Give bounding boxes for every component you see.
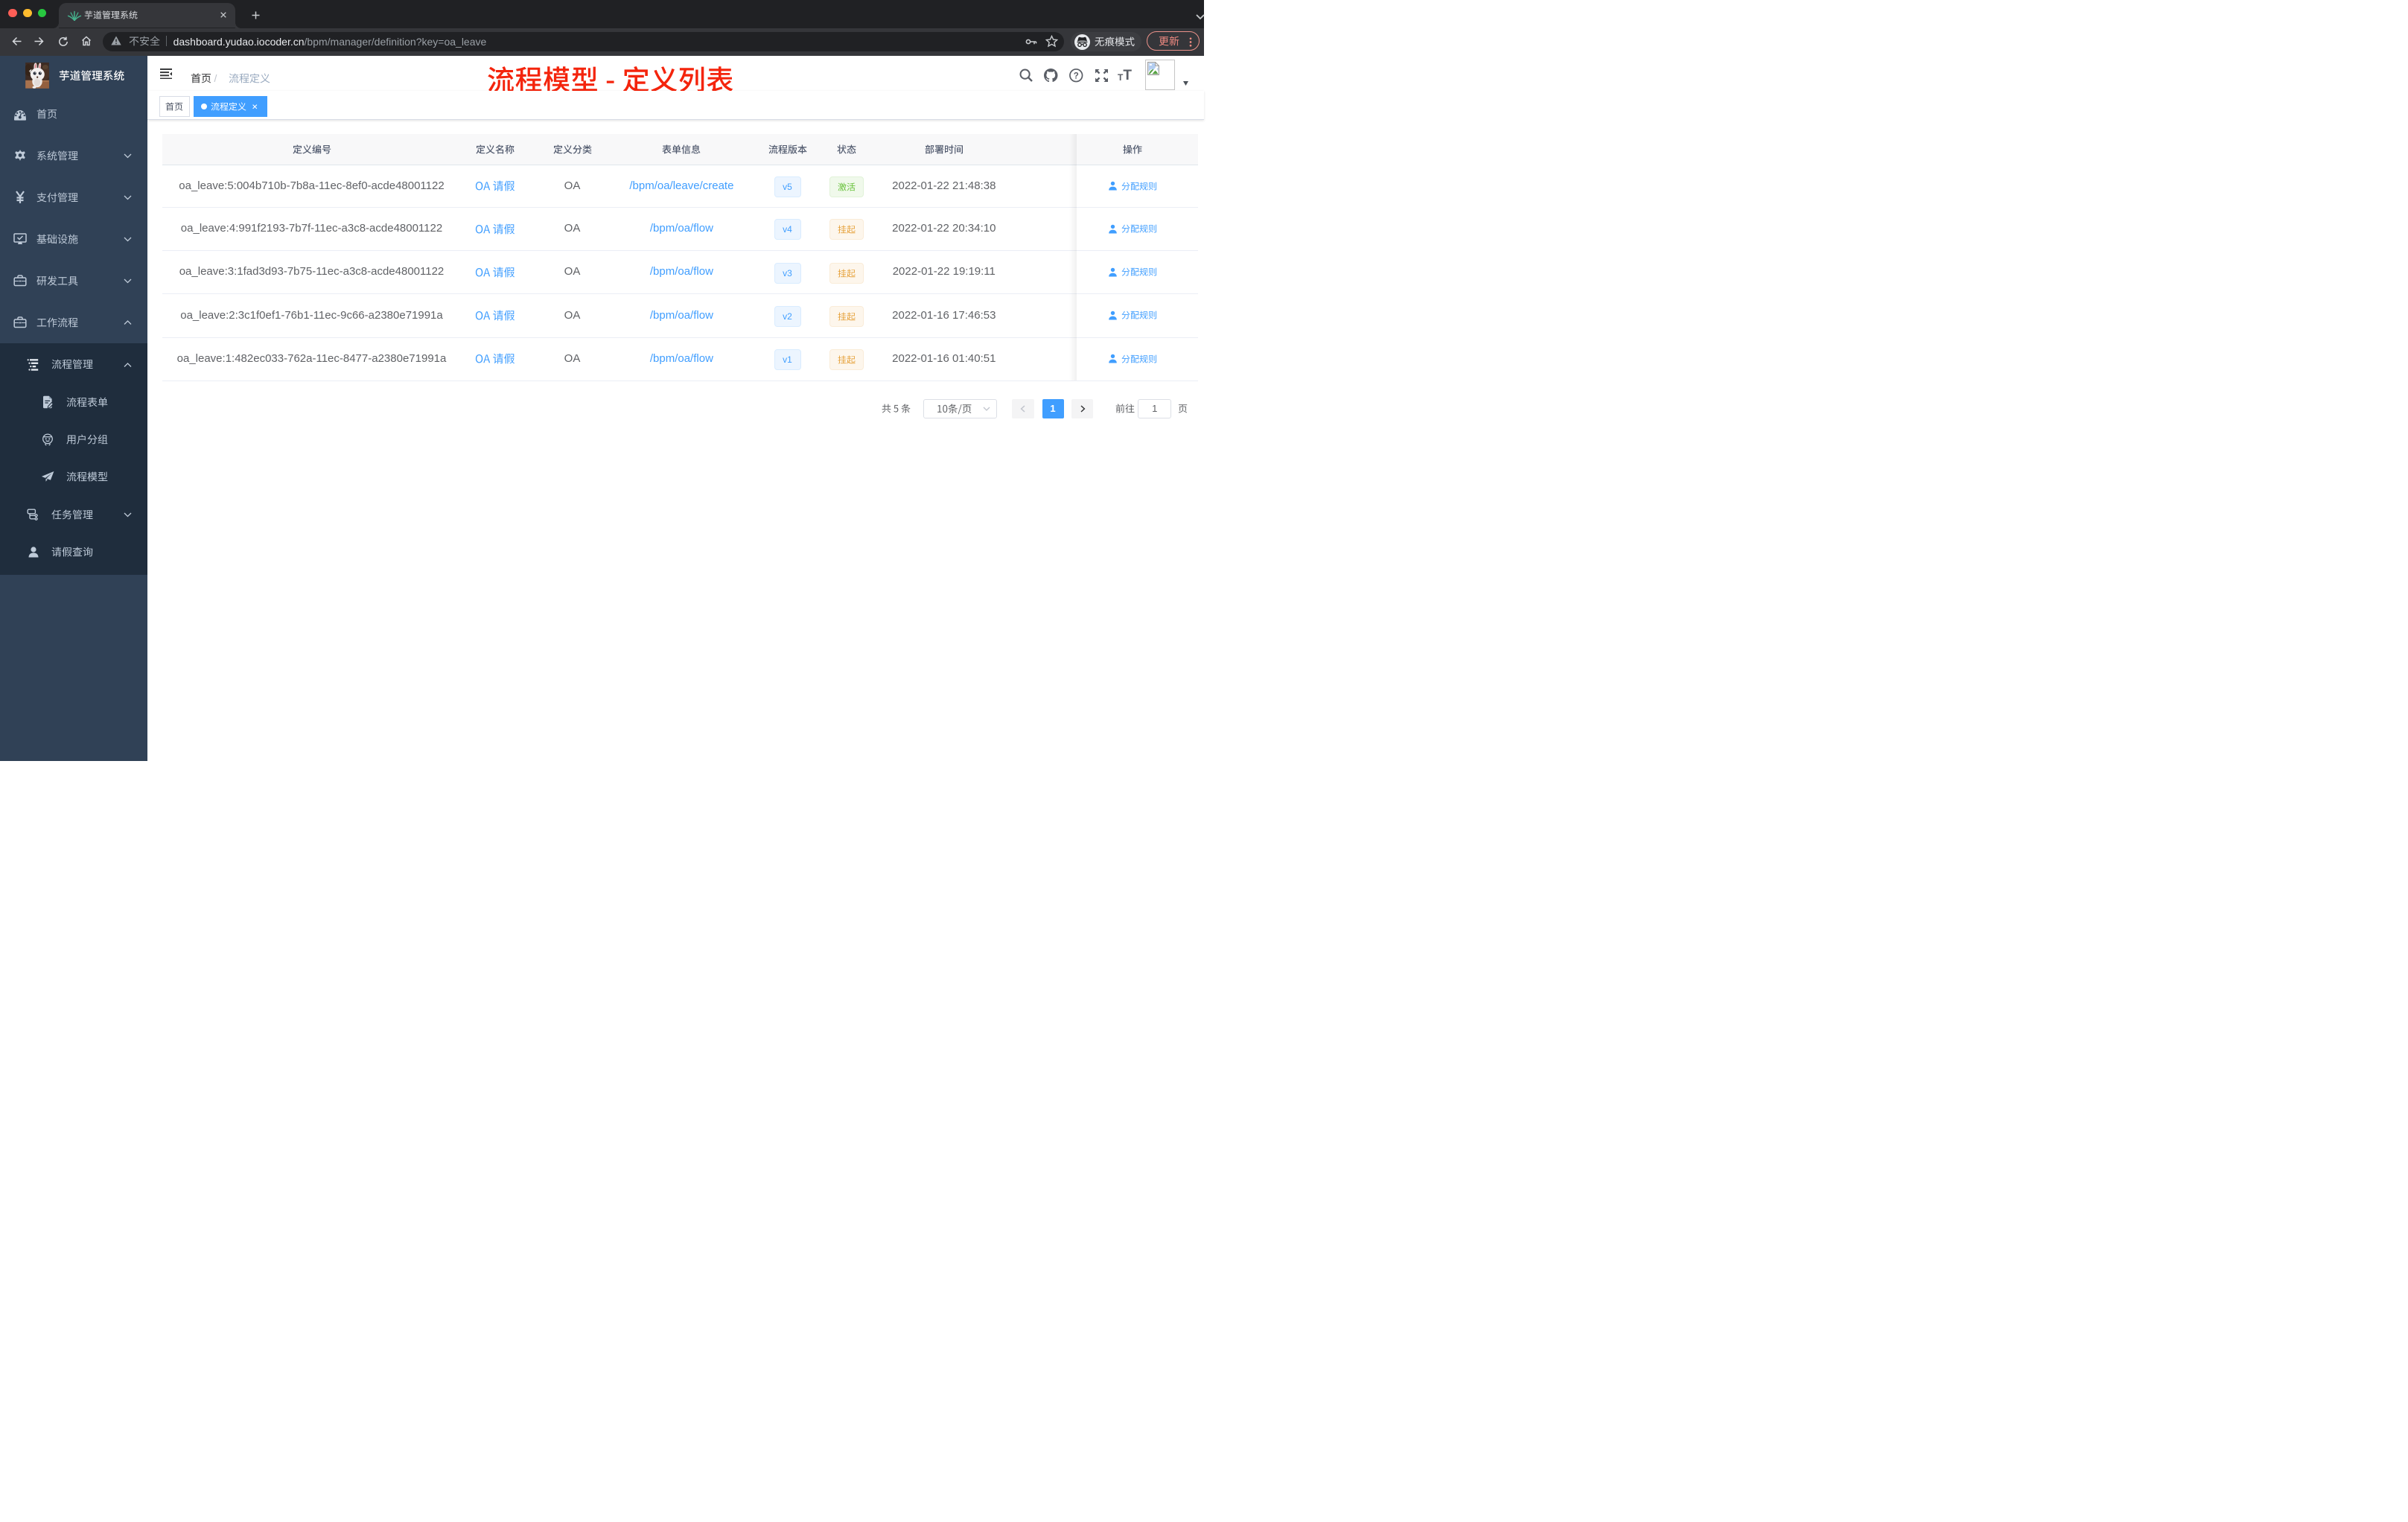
svg-text:?: ?	[1074, 71, 1079, 80]
